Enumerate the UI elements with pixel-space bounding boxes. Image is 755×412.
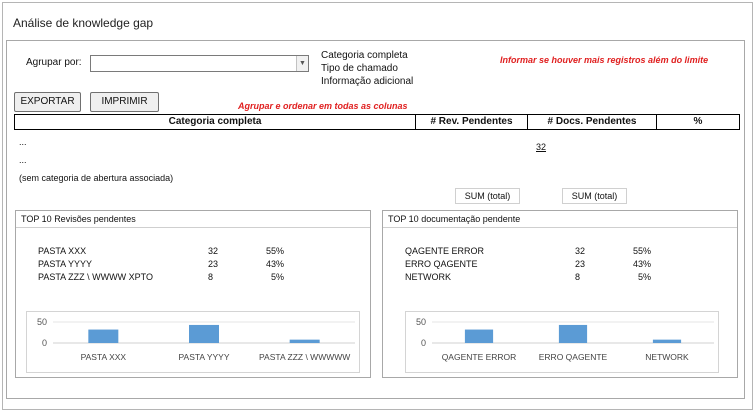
- list-item: PASTA XXX 32 55%: [38, 246, 298, 258]
- export-button[interactable]: EXPORTAR: [14, 92, 81, 112]
- group-option-tipo[interactable]: Tipo de chamado: [321, 63, 398, 74]
- item-name: PASTA YYYY: [38, 259, 93, 269]
- list-item: PASTA YYYY 23 43%: [38, 259, 298, 271]
- bar: [289, 339, 320, 343]
- list-item: QAGENTE ERROR 32 55%: [405, 246, 665, 258]
- item-name: QAGENTE ERROR: [405, 246, 485, 256]
- bar: [464, 329, 494, 343]
- column-rev-pendentes[interactable]: # Rev. Pendentes: [416, 115, 528, 129]
- group-by-label: Agrupar por:: [26, 57, 82, 68]
- item-percent: 5%: [270, 272, 284, 282]
- sum-rev-total: SUM (total): [455, 188, 520, 204]
- item-name: PASTA XXX: [38, 246, 87, 256]
- y-tick-label: 50: [416, 317, 426, 327]
- divider: [383, 227, 737, 228]
- group-option-info[interactable]: Informação adicional: [321, 76, 413, 87]
- table-row: ...: [19, 137, 27, 147]
- item-value: 32: [575, 246, 586, 256]
- limit-note: Informar se houver mais registros além d…: [500, 55, 709, 65]
- bar: [189, 324, 219, 343]
- top-reviews-panel: TOP 10 Revisões pendentes PASTA XXX 32 5…: [15, 210, 371, 378]
- x-tick-label: PASTA YYYY: [178, 352, 229, 362]
- x-tick-label: PASTA ZZZ \ WWWWW: [259, 352, 350, 362]
- item-percent: 55%: [632, 246, 651, 256]
- sum-docs-total: SUM (total): [562, 188, 627, 204]
- top-docs-chart: 50 0 QAGENTE ERROR ERRO QAGENTE NETWORK: [405, 311, 719, 373]
- x-tick-label: PASTA XXX: [81, 352, 127, 362]
- bar: [88, 329, 119, 343]
- item-percent: 55%: [265, 246, 284, 256]
- item-name: ERRO QAGENTE: [405, 259, 478, 269]
- group-by-select[interactable]: ▼: [90, 55, 309, 72]
- top-reviews-title: TOP 10 Revisões pendentes: [21, 214, 136, 224]
- y-tick-label: 0: [421, 338, 426, 348]
- item-value: 8: [208, 272, 214, 282]
- x-tick-label: NETWORK: [645, 352, 689, 362]
- x-tick-label: ERRO QAGENTE: [539, 352, 608, 362]
- table-row: (sem categoria de abertura associada): [19, 173, 174, 183]
- item-percent: 43%: [265, 259, 284, 269]
- group-option-categoria[interactable]: Categoria completa: [321, 50, 408, 61]
- column-docs-pendentes[interactable]: # Docs. Pendentes: [528, 115, 657, 129]
- top-docs-title: TOP 10 documentação pendente: [388, 214, 521, 224]
- bar: [652, 339, 682, 343]
- item-value: 8: [575, 272, 581, 282]
- top-docs-panel: TOP 10 documentação pendente QAGENTE ERR…: [382, 210, 738, 378]
- print-button[interactable]: IMPRIMIR: [90, 92, 159, 112]
- top-reviews-chart: 50 0 PASTA XXX PASTA YYYY PASTA ZZZ \ WWWWW: [26, 311, 360, 373]
- x-tick-label: QAGENTE ERROR: [442, 352, 517, 362]
- item-percent: 5%: [637, 272, 651, 282]
- docs-count-link[interactable]: 32: [536, 142, 546, 152]
- y-tick-label: 50: [37, 317, 47, 327]
- item-name: NETWORK: [405, 272, 451, 282]
- window-title: Análise de knowledge gap: [13, 16, 154, 30]
- item-value: 32: [208, 246, 219, 256]
- item-value: 23: [575, 259, 586, 269]
- item-percent: 43%: [632, 259, 651, 269]
- list-item: NETWORK 8 5%: [405, 272, 665, 284]
- list-item: ERRO QAGENTE 23 43%: [405, 259, 665, 271]
- bar: [558, 324, 588, 343]
- top-docs-chart-svg: 50 0 QAGENTE ERROR ERRO QAGENTE NETWORK: [416, 317, 714, 362]
- chevron-down-icon[interactable]: ▼: [296, 56, 308, 71]
- column-categoria[interactable]: Categoria completa: [15, 115, 416, 129]
- top-reviews-chart-svg: 50 0 PASTA XXX PASTA YYYY PASTA ZZZ \ WWWWW: [37, 317, 355, 362]
- divider: [16, 227, 370, 228]
- table-row: ...: [19, 155, 27, 165]
- grid-header: Categoria completa # Rev. Pendentes # Do…: [14, 114, 740, 130]
- column-percent[interactable]: %: [657, 115, 739, 129]
- list-item: PASTA ZZZ \ WWWW XPTO 8 5%: [38, 272, 298, 284]
- item-name: PASTA ZZZ \ WWWW XPTO: [38, 272, 153, 282]
- y-tick-label: 0: [42, 338, 47, 348]
- order-note: Agrupar e ordenar em todas as colunas: [238, 101, 408, 111]
- item-value: 23: [208, 259, 219, 269]
